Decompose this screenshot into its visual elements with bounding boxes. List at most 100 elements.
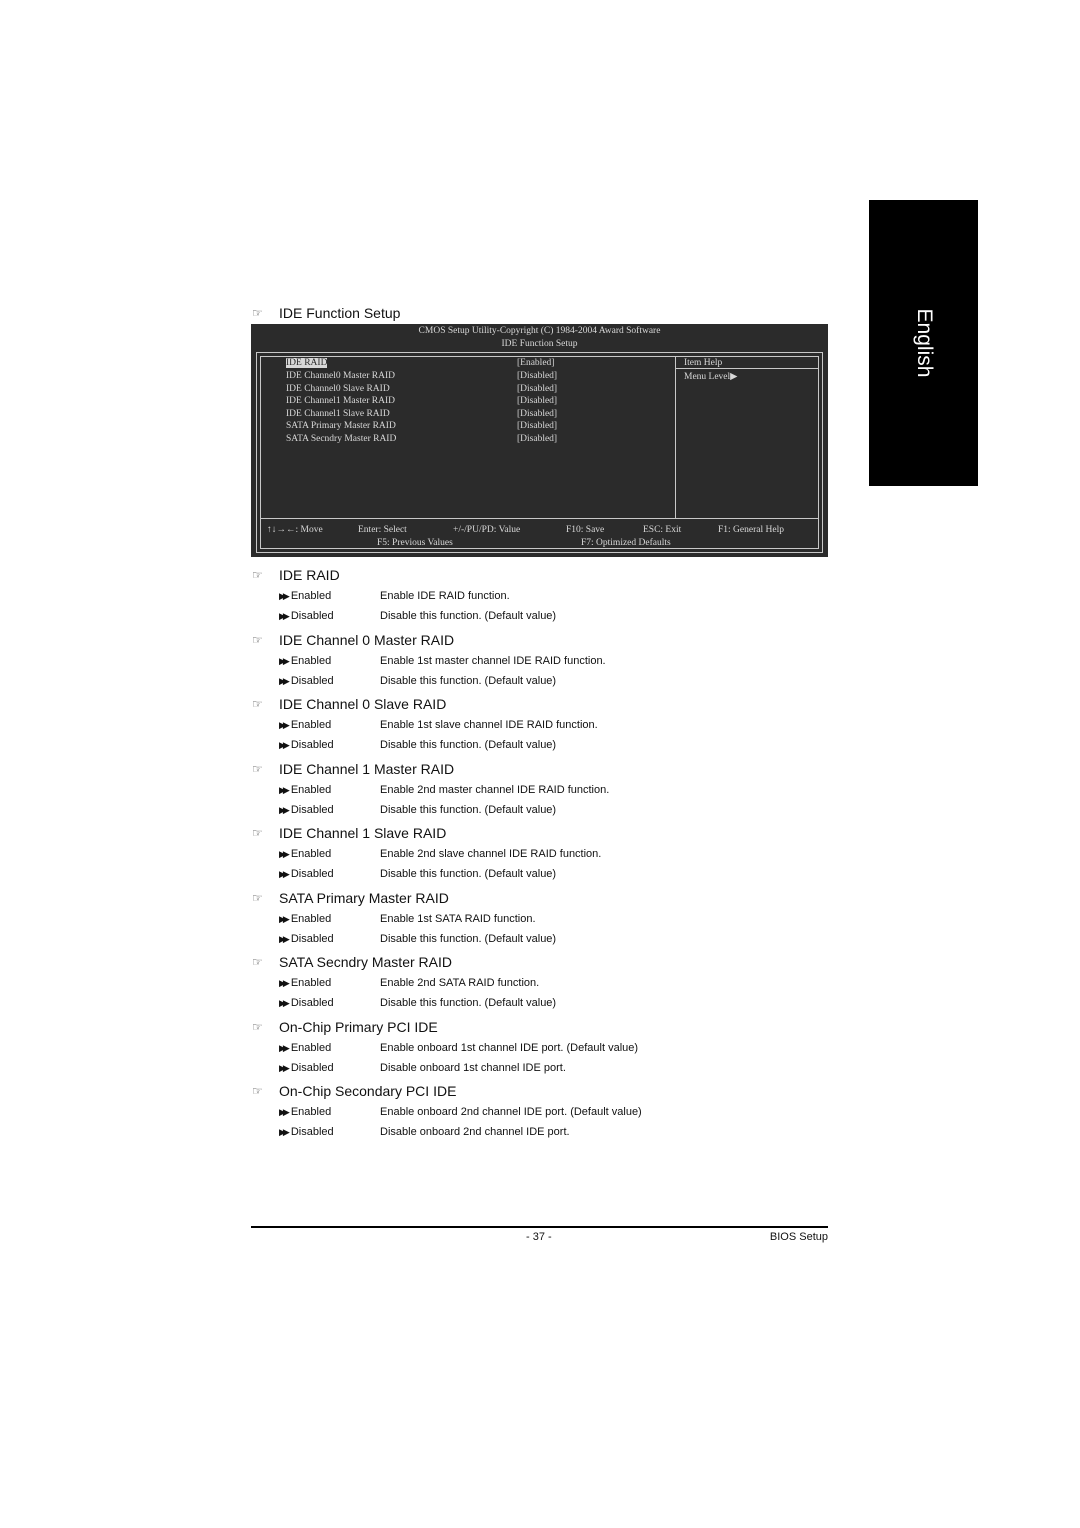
option-description: Enable IDE RAID function. — [380, 590, 510, 602]
bios-menu-level: Menu Level▶ — [684, 372, 738, 382]
double-arrow-icon: ▶▶ — [279, 804, 290, 815]
option-name: Disabled — [290, 610, 334, 622]
double-arrow-icon: ▶▶ — [279, 869, 290, 879]
bios-item-value: [Disabled] — [517, 434, 558, 444]
section-heading: ☞ On-Chip Primary PCI IDE — [252, 1019, 438, 1035]
section-heading: ☞ SATA Primary Master RAID — [252, 890, 449, 906]
bios-key-enter: Enter: Select — [358, 525, 407, 535]
double-arrow-icon: ▶▶ — [279, 933, 290, 944]
bios-item-label: IDE Channel0 Slave RAID — [286, 384, 390, 394]
option-description: Disable this function. (Default value) — [380, 997, 557, 1009]
option-name: Disabled — [290, 1126, 334, 1138]
bios-item-label: SATA Secndry Master RAID — [286, 434, 397, 444]
page-heading-text: IDE Function Setup — [279, 305, 401, 321]
option-description: Disable onboard 2nd channel IDE port. — [380, 1126, 570, 1138]
bios-key-defaults: F7: Optimized Defaults — [581, 538, 671, 548]
double-arrow-icon: ▶▶ — [279, 998, 290, 1008]
bios-item-label: IDE Channel1 Slave RAID — [286, 409, 390, 419]
section-title: IDE Channel 0 Slave RAID — [279, 696, 447, 712]
language-tab-label: English — [912, 308, 936, 378]
bios-item-label: IDE RAID — [286, 358, 328, 368]
section-title: SATA Primary Master RAID — [279, 889, 449, 906]
option-name: Enabled — [290, 783, 332, 796]
pointing-hand-icon: ☞ — [252, 955, 263, 969]
option-row: ▶▶ Disabled Disable onboard 1st channel ID… — [279, 1062, 566, 1074]
section-heading: ☞ IDE RAID — [252, 567, 340, 583]
option-name: Enabled — [290, 1041, 332, 1054]
option-row: ▶▶ Enabled Enable IDE RAID function. — [279, 590, 510, 602]
bios-key-save: F10: Save — [566, 525, 605, 535]
option-description: Disable this function. (Default value) — [380, 803, 557, 816]
option-row: ▶▶ Disabled Disable this function. (Defaul… — [279, 868, 556, 880]
option-description: Enable 2nd SATA RAID function. — [380, 977, 540, 989]
option-description: Disable this function. (Default value) — [380, 610, 557, 622]
pointing-hand-icon: ☞ — [252, 1019, 263, 1034]
bios-item-label: IDE Channel0 Master RAID — [286, 371, 395, 381]
section-heading: ☞ IDE Channel 0 Master RAID — [252, 632, 454, 648]
footer-section-name: BIOS Setup — [769, 1231, 828, 1243]
option-description: Enable 2nd master channel IDE RAID funct… — [380, 783, 610, 796]
bios-horizontal-divider — [261, 518, 818, 519]
section-heading: ☞ IDE Channel 0 Slave RAID — [252, 696, 446, 712]
option-name: Enabled — [290, 977, 332, 989]
bios-vertical-divider — [675, 357, 676, 518]
bios-item-value: [Enabled] — [517, 358, 555, 368]
option-row: ▶▶ Disabled Disable this function. (Defaul… — [279, 997, 556, 1009]
bios-inner-frame: IDE RAID [Enabled] IDE Channel0 Master RA… — [260, 356, 819, 549]
double-arrow-icon: ▶▶ — [279, 784, 290, 795]
bios-item[interactable]: IDE Channel1 Slave RAID [Disabled] — [286, 409, 557, 419]
double-arrow-icon: ▶▶ — [279, 1062, 290, 1073]
section-title: IDE RAID — [279, 567, 340, 583]
section-heading: ☞ On-Chip Secondary PCI IDE — [252, 1083, 456, 1099]
option-description: Disable this function. (Default value) — [380, 868, 557, 880]
bios-item[interactable]: SATA Secndry Master RAID [Disabled] — [286, 434, 557, 444]
pointing-hand-icon: ☞ — [252, 890, 263, 905]
double-arrow-icon: ▶▶ — [279, 913, 290, 924]
option-row: ▶▶ Disabled Disable this function. (Defaul… — [279, 933, 556, 945]
bios-item[interactable]: IDE Channel1 Master RAID [Disabled] — [286, 396, 557, 406]
double-arrow-icon: ▶▶ — [279, 1042, 290, 1053]
section-title: IDE Channel 1 Master RAID — [279, 760, 455, 777]
double-arrow-icon: ▶▶ — [279, 849, 290, 859]
bios-item-value: [Disabled] — [517, 384, 558, 394]
bios-item[interactable]: IDE RAID [Enabled] — [286, 358, 554, 368]
pointing-hand-icon: ☞ — [252, 632, 263, 647]
option-row: ▶▶ Enabled Enable onboard 1st channel IDE … — [279, 1041, 638, 1054]
section-heading: ☞ SATA Secndry Master RAID — [252, 954, 452, 970]
option-row: ▶▶ Disabled Disable this function. (Defaul… — [279, 610, 556, 622]
bios-item[interactable]: IDE Channel0 Master RAID [Disabled] — [286, 371, 557, 381]
language-tab: English — [869, 200, 978, 486]
bios-item[interactable]: SATA Primary Master RAID [Disabled] — [286, 421, 557, 431]
double-arrow-icon: ▶▶ — [279, 655, 290, 666]
option-name: Disabled — [290, 674, 334, 687]
pointing-hand-icon: ☞ — [252, 568, 263, 582]
option-name: Enabled — [290, 848, 332, 860]
option-name: Enabled — [290, 1106, 332, 1118]
option-row: ▶▶ Enabled Enable 1st master channel IDE R… — [279, 655, 606, 667]
double-arrow-icon: ▶▶ — [279, 611, 290, 621]
option-description: Enable 1st master channel IDE RAID funct… — [380, 654, 606, 667]
section-heading: ☞ IDE Channel 1 Slave RAID — [252, 825, 446, 841]
option-description: Enable 1st SATA RAID function. — [380, 912, 536, 925]
option-row: ▶▶ Disabled Disable this function. (Defaul… — [279, 674, 556, 687]
option-row: ▶▶ Enabled Enable 2nd SATA RAID function. — [279, 977, 539, 989]
pointing-hand-icon: ☞ — [252, 826, 263, 840]
option-row: ▶▶ Disabled Disable onboard 2nd channel ID… — [279, 1126, 570, 1138]
double-arrow-icon: ▶▶ — [279, 1107, 290, 1117]
bios-frame: IDE RAID [Enabled] IDE Channel0 Master RA… — [256, 352, 823, 553]
double-arrow-icon: ▶▶ — [279, 1127, 290, 1137]
option-row: ▶▶ Enabled Enable onboard 2nd channel IDE … — [279, 1106, 642, 1118]
option-description: Enable onboard 2nd channel IDE port. (De… — [380, 1106, 642, 1118]
double-arrow-icon: ▶▶ — [279, 591, 290, 601]
option-row: ▶▶ Enabled Enable 1st slave channel IDE RA… — [279, 719, 598, 731]
option-description: Disable onboard 1st channel IDE port. — [380, 1061, 566, 1074]
bios-item-help-title: Item Help — [684, 358, 723, 368]
option-name: Disabled — [290, 868, 334, 880]
page-heading: ☞ IDE Function Setup — [252, 305, 400, 321]
bios-item[interactable]: IDE Channel0 Slave RAID [Disabled] — [286, 384, 557, 394]
option-row: ▶▶ Disabled Disable this function. (Defaul… — [279, 804, 556, 816]
double-arrow-icon: ▶▶ — [279, 720, 290, 730]
option-description: Enable 2nd slave channel IDE RAID functi… — [380, 848, 602, 860]
bios-item-value: [Disabled] — [517, 421, 558, 431]
option-row: ▶▶ Disabled Disable this function. (Defaul… — [279, 739, 556, 751]
